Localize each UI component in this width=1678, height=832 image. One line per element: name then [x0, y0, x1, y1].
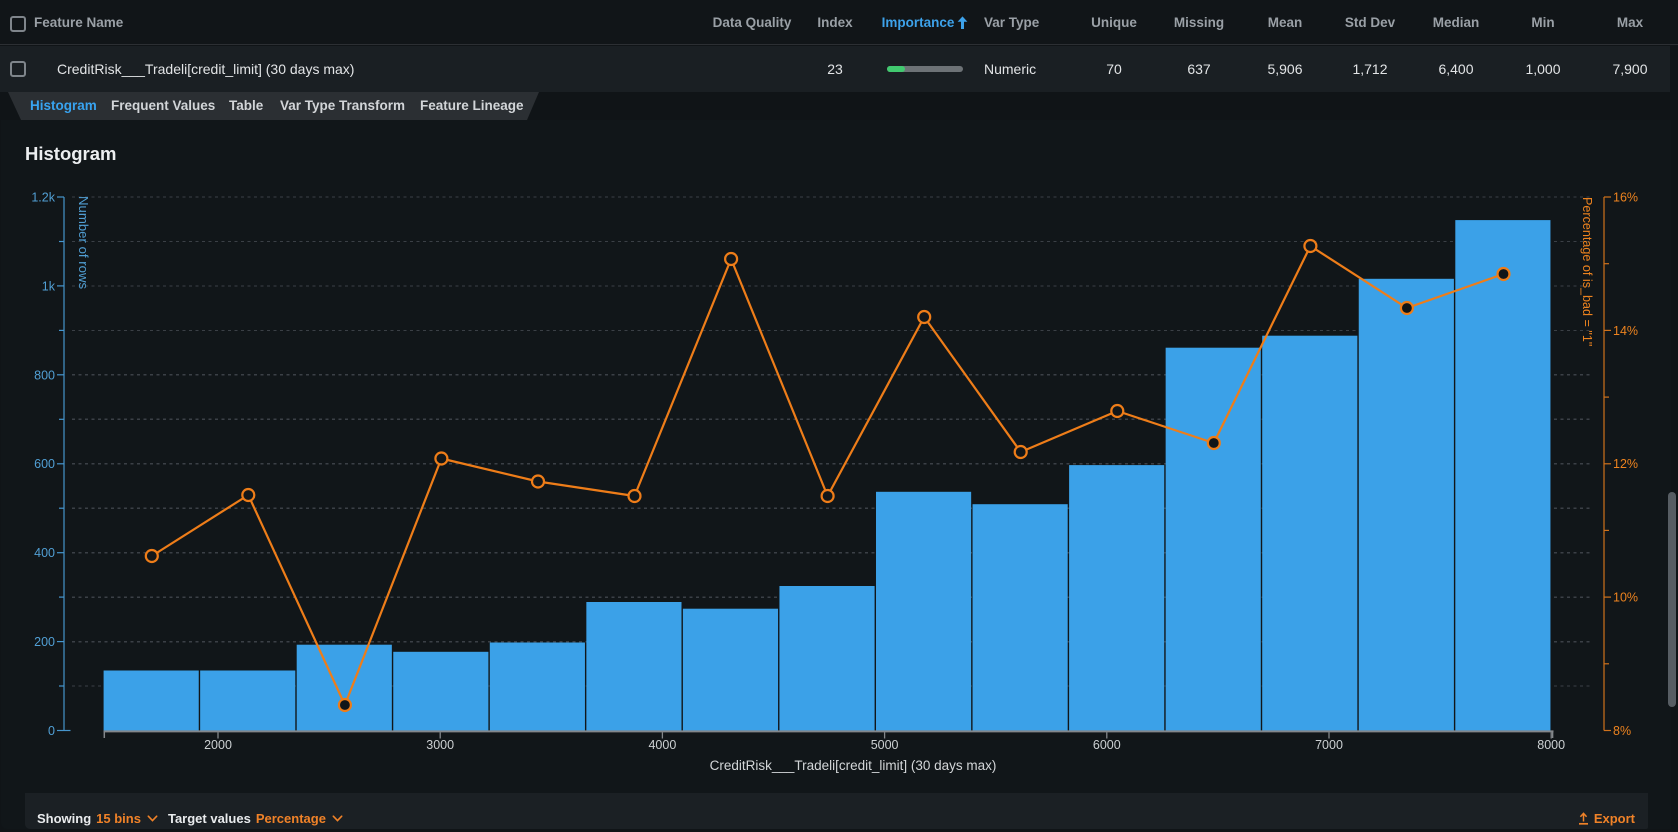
svg-text:1.2k: 1.2k [31, 191, 55, 205]
svg-text:0: 0 [48, 724, 55, 738]
svg-text:14%: 14% [1613, 324, 1638, 338]
svg-text:200: 200 [34, 635, 55, 649]
svg-text:8%: 8% [1613, 724, 1631, 738]
svg-text:6000: 6000 [1093, 738, 1121, 752]
svg-text:2000: 2000 [204, 738, 232, 752]
svg-text:5000: 5000 [871, 738, 899, 752]
svg-text:12%: 12% [1613, 457, 1638, 471]
svg-text:800: 800 [34, 368, 55, 382]
svg-text:400: 400 [34, 546, 55, 560]
svg-text:8000: 8000 [1537, 738, 1565, 752]
svg-text:CreditRisk___Tradeli[credit_li: CreditRisk___Tradeli[credit_limit] (30 d… [710, 758, 997, 773]
svg-text:10%: 10% [1613, 591, 1638, 605]
svg-text:3000: 3000 [426, 738, 454, 752]
svg-text:4000: 4000 [648, 738, 676, 752]
svg-text:600: 600 [34, 457, 55, 471]
svg-text:7000: 7000 [1315, 738, 1343, 752]
svg-text:16%: 16% [1613, 191, 1638, 205]
svg-text:1k: 1k [42, 279, 56, 293]
svg-text:Percentage of is_bad = "1": Percentage of is_bad = "1" [1580, 197, 1594, 346]
svg-text:Number of rows: Number of rows [76, 196, 91, 289]
